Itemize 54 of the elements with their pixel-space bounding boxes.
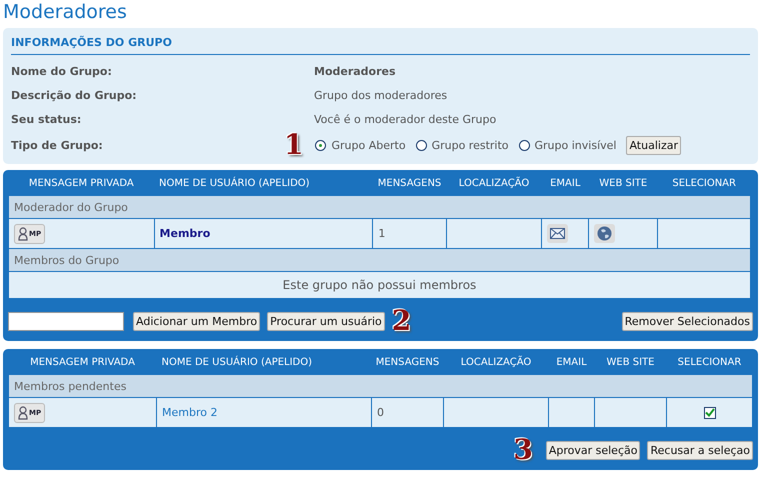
action-button[interactable]: Remover Selecionados [622,312,753,330]
column-header: NOME DE USUÁRIO (APELIDO) [158,176,311,191]
person-icon [18,406,28,420]
table-cell: 1 [372,218,446,248]
website-button[interactable] [594,224,616,242]
radio-label[interactable]: Grupo invisível [534,138,616,152]
column-header: EMAIL [555,356,588,370]
select-checkbox[interactable] [704,406,716,419]
column-header: MENSAGENS [374,356,440,370]
update-button[interactable]: Atualizar [626,136,681,154]
radio-button[interactable] [315,140,326,150]
radio-label[interactable]: Grupo Aberto [331,138,406,152]
column-header: MENSAGENS [376,177,442,191]
field-label: Descrição do Grupo: [11,88,138,102]
username-input[interactable] [8,312,124,330]
column-header: SELECIONAR [676,356,742,370]
radio-label[interactable]: Grupo restrito [432,138,509,152]
column-header: SELECIONAR [671,177,737,191]
column-header: NOME DE USUÁRIO (APELIDO) [160,354,314,370]
step-number: 2 [392,307,412,335]
field-label: Seu status: [11,112,82,126]
step-number: 3 [513,436,533,464]
page-title: Moderadores [3,0,128,25]
column-header: MENSAGEM PRIVADA [29,356,136,370]
action-button[interactable]: Adicionar um Membro [133,312,260,330]
column-header: WEB SITE [606,356,656,370]
table-cell: 0 [372,398,444,428]
action-button[interactable]: Recusar a seleçao [647,440,753,460]
panel-heading: INFORMAÇÕES DO GRUPO [11,33,750,55]
field-value: Grupo dos moderadores [314,88,448,102]
username-link[interactable]: Membro [160,227,210,240]
action-button[interactable]: Aprovar seleção [546,440,640,460]
globe-icon [597,226,612,240]
column-header: LOCALIZAÇÃO [458,176,530,191]
field-value: Moderadores [314,64,396,78]
field-label: Tipo de Grupo: [11,138,104,152]
column-header: LOCALIZAÇÃO [460,354,532,370]
radio-button[interactable] [416,140,427,150]
column-header: MENSAGEM PRIVADA [28,177,135,191]
action-button[interactable]: Procurar um usuário [267,312,385,330]
column-header: EMAIL [549,177,582,191]
email-button[interactable] [547,224,568,243]
field-value: Você é o moderador deste Grupo [314,112,496,126]
section-heading: Moderador do Grupo [8,196,750,218]
person-icon [18,226,28,240]
username-link[interactable]: Membro 2 [162,406,218,419]
section-heading: Membros do Grupo [8,248,750,272]
step-number: 1 [284,131,304,159]
field-label: Nome do Grupo: [11,64,113,78]
envelope-icon [550,228,566,239]
radio-button[interactable] [518,140,530,150]
empty-message: Este grupo não possui membros [8,272,750,298]
section-heading: Membros pendentes [8,374,752,398]
column-header: WEB SITE [598,177,648,191]
